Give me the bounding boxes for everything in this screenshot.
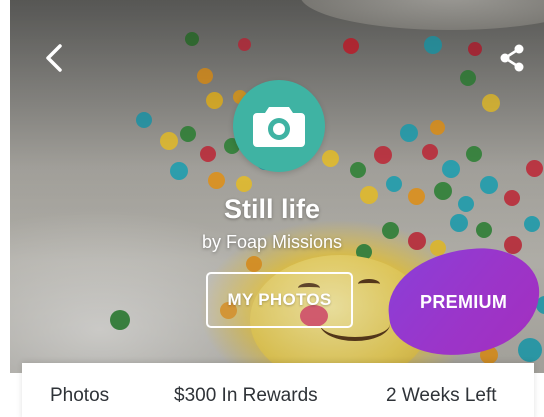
mission-stats-bar: Photos $300 In Rewards 2 Weeks Left xyxy=(22,363,534,417)
back-button[interactable] xyxy=(34,38,74,78)
chevron-left-icon xyxy=(46,44,62,72)
stat-photos[interactable]: Photos xyxy=(50,385,109,407)
stat-time-left: 2 Weeks Left xyxy=(386,385,497,406)
share-icon xyxy=(500,44,524,72)
camera-icon xyxy=(253,107,305,147)
stat-rewards[interactable]: $300 In Rewards xyxy=(174,385,318,407)
my-photos-button[interactable]: MY PHOTOS xyxy=(206,272,353,328)
share-button[interactable] xyxy=(492,38,532,78)
premium-label: PREMIUM xyxy=(420,291,508,312)
mission-camera-badge xyxy=(233,80,325,172)
mission-title: Still life xyxy=(223,194,321,224)
